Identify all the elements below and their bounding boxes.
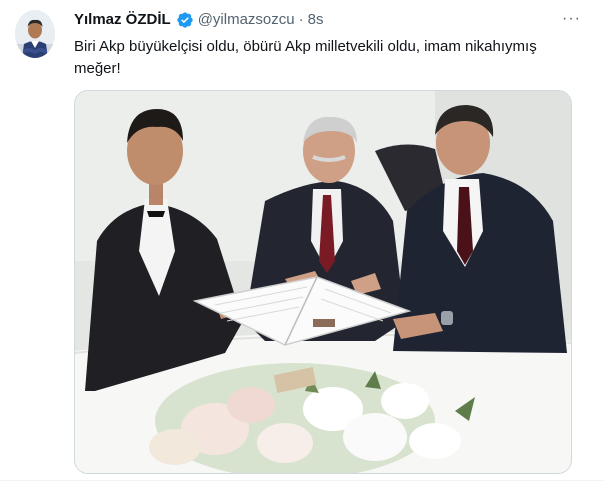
separator-dot: · bbox=[298, 11, 304, 28]
display-name[interactable]: Yılmaz ÖZDİL bbox=[74, 10, 171, 30]
tweet-header: Yılmaz ÖZDİL @yilmazsozcu · 8s bbox=[74, 10, 323, 30]
wedding-ceremony-photo-icon bbox=[75, 91, 571, 473]
tweet-text: Biri Akp büyükelçisi oldu, öbürü Akp mil… bbox=[74, 38, 537, 77]
tweet-photo[interactable] bbox=[74, 90, 572, 474]
verified-badge-icon bbox=[177, 12, 193, 28]
avatar[interactable] bbox=[15, 10, 55, 58]
timestamp[interactable]: 8s bbox=[308, 10, 324, 30]
tweet[interactable]: Yılmaz ÖZDİL @yilmazsozcu · 8s ··· Biri … bbox=[0, 0, 603, 481]
avatar-person-icon bbox=[15, 10, 55, 58]
more-options-icon[interactable]: ··· bbox=[562, 10, 581, 28]
handle[interactable]: @yilmazsozcu bbox=[198, 10, 295, 30]
